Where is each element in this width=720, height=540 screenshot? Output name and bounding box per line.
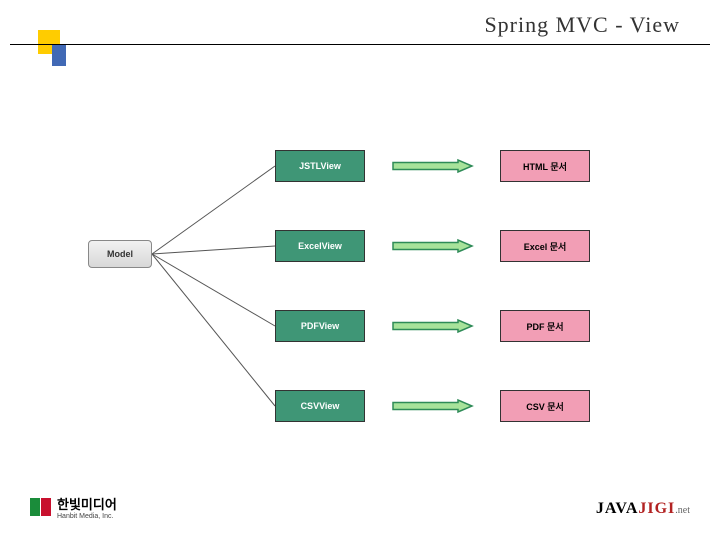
header-underline	[10, 44, 710, 45]
javajigi-suffix: .net	[675, 505, 690, 516]
view-label: PDFView	[301, 321, 339, 331]
output-node-pdf: PDF 문서	[500, 310, 590, 342]
accent-blue-square	[52, 44, 66, 66]
header-accent	[38, 30, 74, 66]
view-node-excelview: ExcelView	[275, 230, 365, 262]
footer-right-brand: JAVAJIGI.net	[596, 500, 690, 518]
hanbit-name: 한빛미디어	[57, 494, 117, 513]
view-node-csvview: CSVView	[275, 390, 365, 422]
javajigi-part1: JAVA	[596, 500, 639, 517]
output-label: PDF 문서	[526, 320, 563, 333]
output-label: Excel 문서	[524, 240, 567, 253]
view-label: JSTLView	[299, 161, 341, 171]
view-label: CSVView	[301, 401, 340, 411]
javajigi-part2: JIGI	[638, 500, 675, 517]
view-node-jstlview: JSTLView	[275, 150, 365, 182]
output-node-html: HTML 문서	[500, 150, 590, 182]
hanbit-logo-icon	[30, 498, 51, 516]
model-node: Model	[88, 240, 152, 268]
output-label: HTML 문서	[523, 160, 567, 173]
slide-header: Spring MVC - View	[0, 12, 720, 52]
output-label: CSV 문서	[526, 400, 564, 413]
output-node-excel: Excel 문서	[500, 230, 590, 262]
view-node-pdfview: PDFView	[275, 310, 365, 342]
footer-left-brand: 한빛미디어 Hanbit Media, Inc.	[30, 494, 117, 520]
diagram-connectors	[0, 0, 720, 540]
view-label: ExcelView	[298, 241, 342, 251]
model-label: Model	[107, 249, 133, 259]
output-node-csv: CSV 문서	[500, 390, 590, 422]
slide-title: Spring MVC - View	[484, 12, 680, 38]
hanbit-sub: Hanbit Media, Inc.	[57, 513, 117, 520]
